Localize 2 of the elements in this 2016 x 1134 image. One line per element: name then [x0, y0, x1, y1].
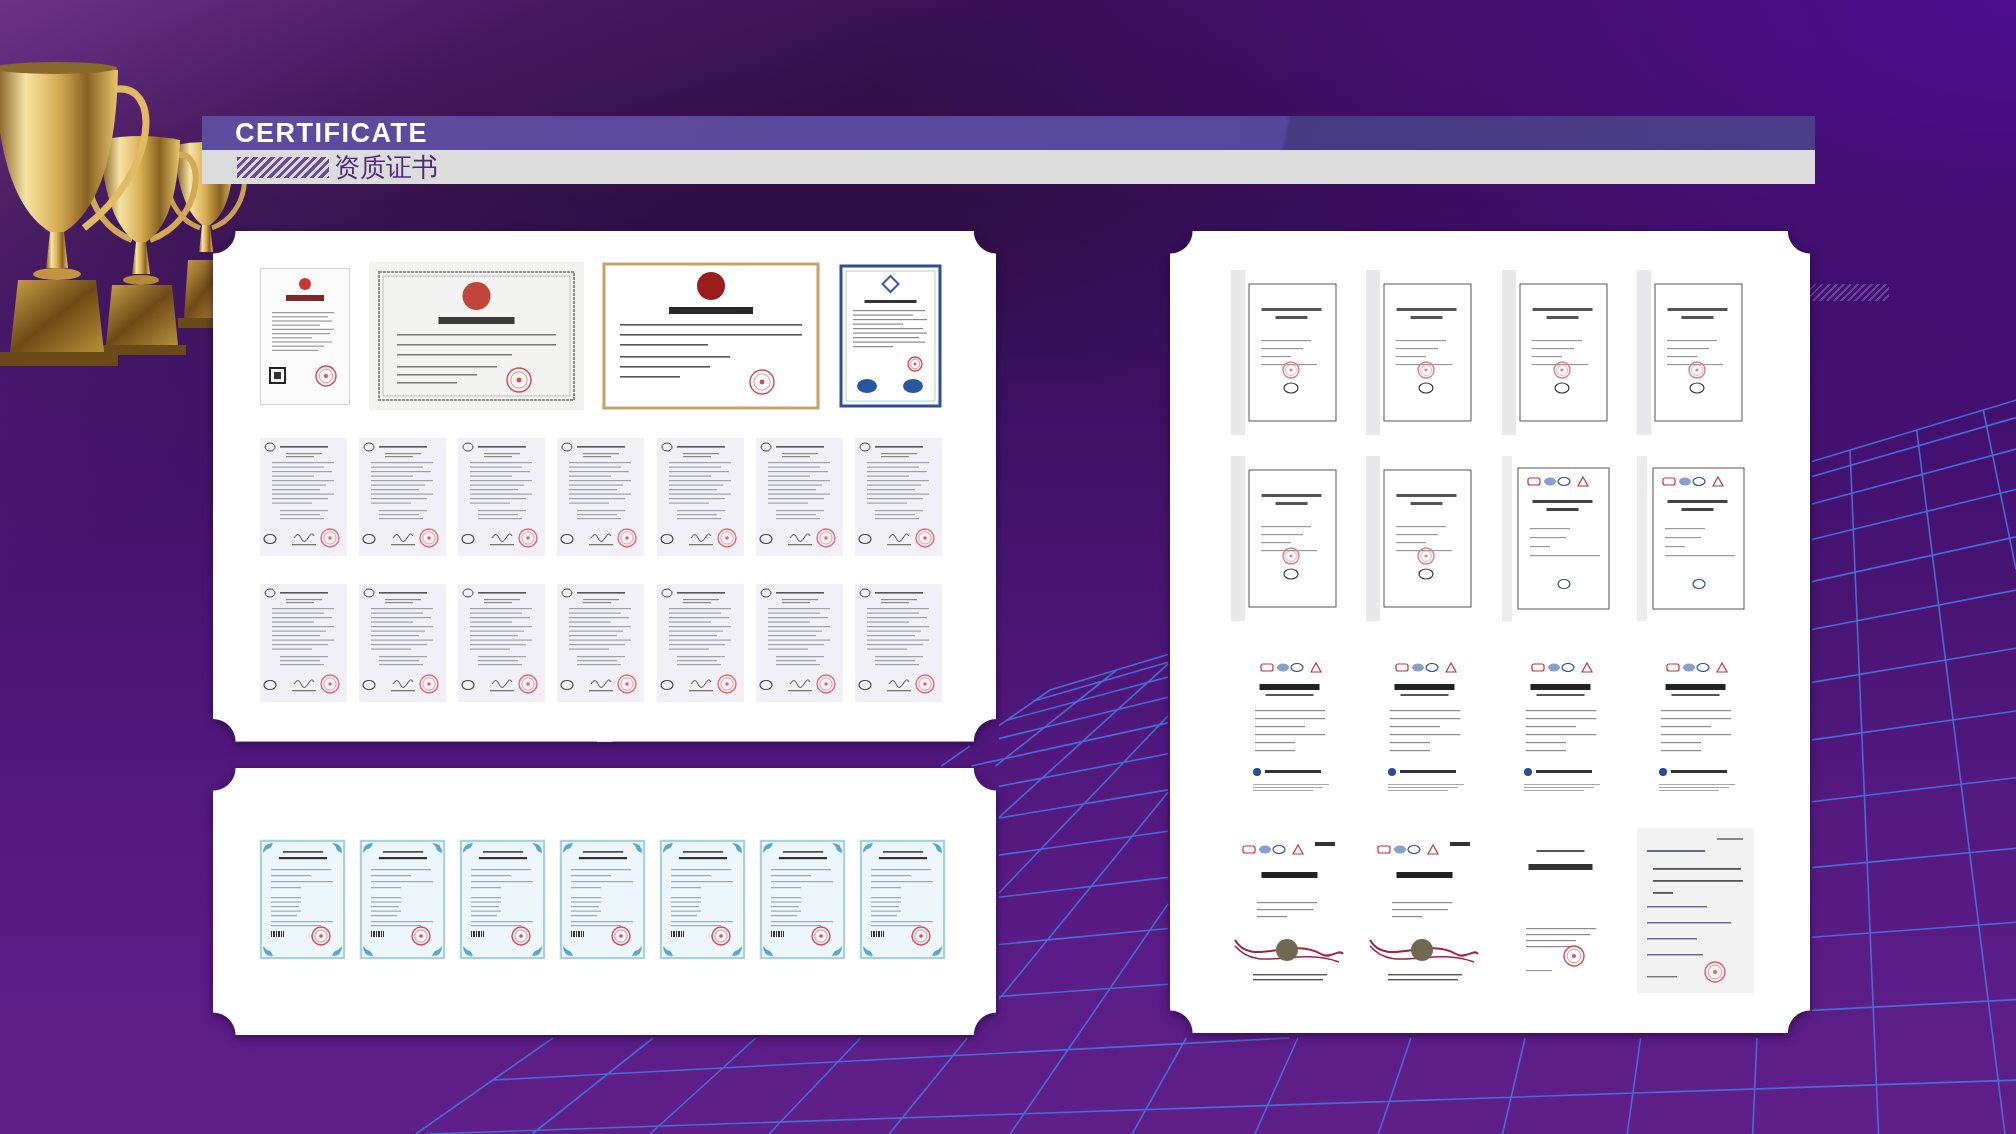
page-title: CERTIFICATE: [235, 118, 428, 148]
page-subtitle: 资质证书: [334, 152, 438, 182]
